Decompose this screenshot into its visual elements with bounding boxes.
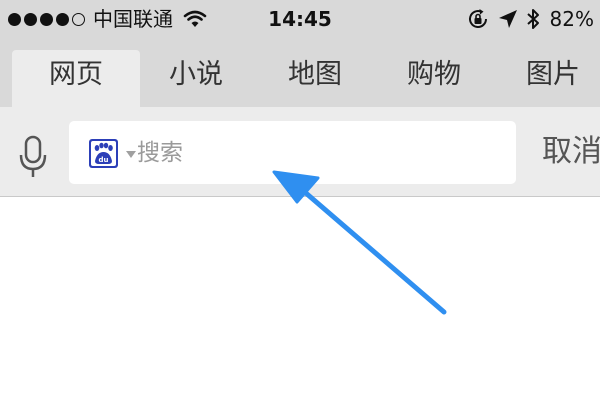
status-right: 82% xyxy=(466,6,594,32)
location-arrow-icon xyxy=(498,10,517,28)
status-bar: 中国联通 14:45 82% xyxy=(0,0,600,38)
tab-novel[interactable]: 小说 xyxy=(139,50,253,107)
search-input[interactable] xyxy=(137,135,497,171)
search-category-tabs: 网页 小说 地图 购物 图片 xyxy=(0,38,600,107)
cancel-button[interactable]: 取消 xyxy=(542,132,600,172)
baidu-paw-icon[interactable]: du xyxy=(89,139,118,168)
tab-map[interactable]: 地图 xyxy=(258,50,372,107)
engine-dropdown-caret-icon[interactable] xyxy=(126,151,136,158)
tab-shopping[interactable]: 购物 xyxy=(377,50,491,107)
search-row: du 取消 xyxy=(0,107,600,197)
microphone-icon[interactable] xyxy=(18,135,48,179)
bluetooth-icon xyxy=(526,9,539,29)
tab-images[interactable]: 图片 xyxy=(496,50,600,107)
content-area xyxy=(0,197,600,400)
battery-percentage: 82% xyxy=(549,7,594,31)
tab-web[interactable]: 网页 xyxy=(12,50,140,107)
search-box[interactable]: du xyxy=(69,121,516,184)
rotation-lock-icon xyxy=(468,9,487,28)
baidu-logo-text: du xyxy=(99,156,109,164)
